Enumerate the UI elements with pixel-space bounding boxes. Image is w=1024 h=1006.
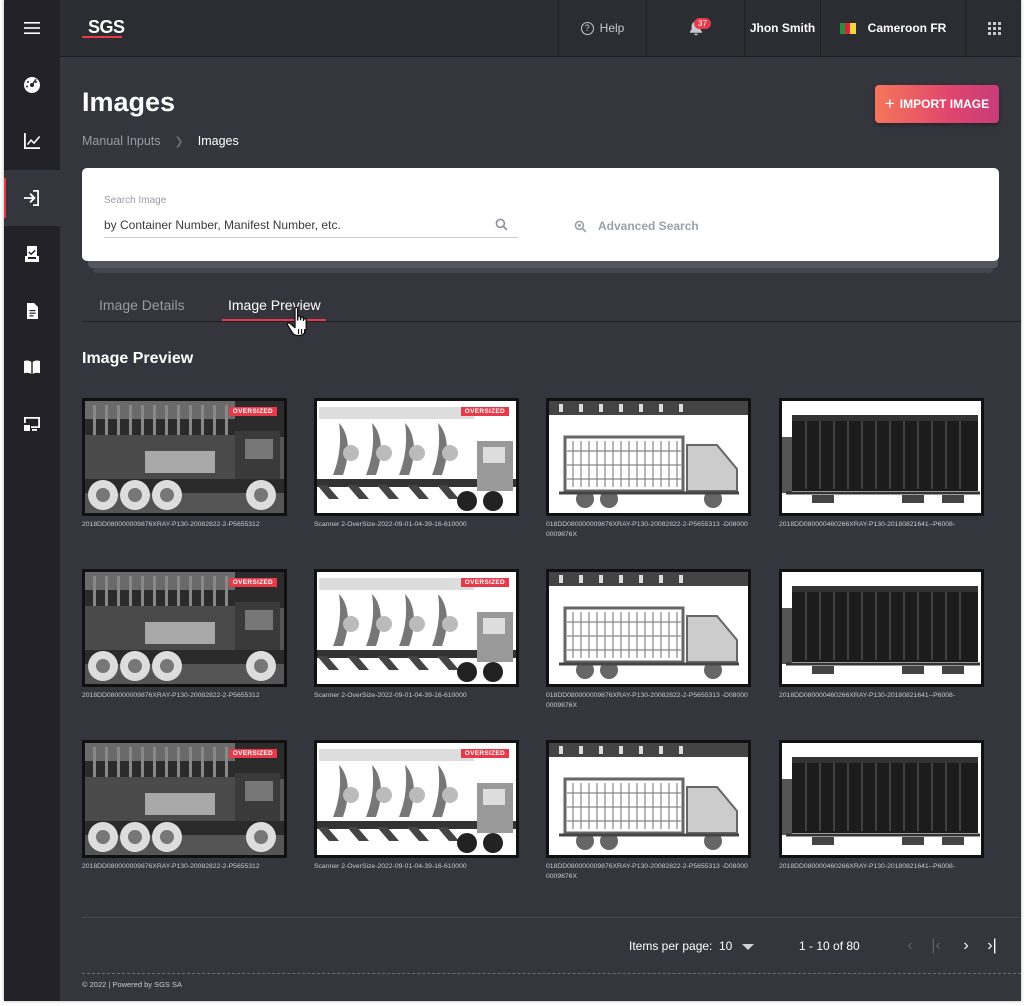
last-page-icon[interactable]: ›| (984, 937, 1000, 955)
oversized-badge: OVERSIZED (228, 578, 277, 587)
image-caption: 2018DD080000460266XRAY-P130-20180821641-… (779, 521, 956, 528)
hand-cursor-icon (286, 306, 307, 337)
locale-label: Cameroon FR (867, 21, 947, 35)
image-card[interactable]: 018DD080000009876XRAY-P130-20082822-2-P5… (546, 398, 751, 539)
image-caption: 018DD080000009876XRAY-P130-20082822-2-P5… (546, 521, 748, 538)
xray-image-thumbnail[interactable]: OVERSIZED (82, 398, 287, 516)
xray-image-thumbnail[interactable] (779, 569, 984, 687)
image-card[interactable]: 018DD080000009876XRAY-P130-20082822-2-P5… (546, 740, 751, 881)
xray-image-thumbnail[interactable]: OVERSIZED (82, 569, 287, 687)
pagination-range: 1 - 10 of 80 (799, 939, 860, 953)
tab-bar: Image Details Image Preview (82, 286, 1021, 322)
dashboard-icon[interactable] (4, 57, 60, 113)
user-name: Jhon Smith (749, 21, 816, 35)
image-caption: 018DD080000009876XRAY-P130-20082822-2-P5… (546, 863, 748, 880)
chart-icon[interactable] (4, 113, 60, 169)
search-card: Search Image Advanced Search (82, 168, 999, 261)
items-per-page-select[interactable]: 10 (719, 939, 732, 953)
apps-grid-icon (987, 21, 1001, 35)
plus-icon: + (884, 94, 895, 113)
image-card[interactable]: 2018DD080000460266XRAY-P130-20180821641-… (779, 569, 984, 701)
notification-badge: 37 (694, 18, 711, 29)
oversized-badge: OVERSIZED (460, 578, 509, 587)
import-image-label: IMPORT IMAGE (899, 97, 990, 111)
divider (82, 917, 1021, 918)
oversized-badge: OVERSIZED (460, 749, 509, 758)
image-card[interactable]: OVERSIZED Scanner 2-OverSize-2022-09-01-0… (314, 740, 519, 872)
search-label: Search Image (104, 195, 167, 206)
help-button[interactable]: ? Help (558, 0, 646, 56)
xray-image-thumbnail[interactable]: OVERSIZED (82, 740, 287, 858)
logo-underline (82, 36, 122, 38)
footer-divider (82, 973, 1021, 974)
page-title: Images (82, 87, 176, 117)
cameroon-flag-icon (839, 22, 856, 34)
xray-image-thumbnail[interactable] (779, 398, 984, 516)
breadcrumb: Manual Inputs ❯ Images (82, 134, 239, 148)
help-icon: ? (580, 21, 594, 35)
search-input[interactable] (104, 212, 518, 238)
image-card[interactable]: OVERSIZED Scanner 2-OverSize-2022-09-01-0… (314, 569, 519, 701)
locale-selector[interactable]: Cameroon FR (820, 0, 965, 56)
chevron-right-icon: ❯ (174, 135, 184, 148)
image-caption: 2018DD080000009876XRAY-P130-20082822-2-P… (82, 692, 260, 699)
xray-image-thumbnail[interactable]: OVERSIZED (314, 569, 519, 687)
xray-image-thumbnail[interactable] (546, 740, 751, 858)
oversized-badge: OVERSIZED (228, 749, 277, 758)
image-card[interactable]: 2018DD080000460266XRAY-P130-20180821641-… (779, 740, 984, 872)
book-icon[interactable] (4, 339, 60, 395)
image-caption: Scanner 2-OverSize-2022-09-01-04-39-16-6… (314, 863, 467, 870)
xray-image-thumbnail[interactable] (546, 398, 751, 516)
image-caption: 2018DD080000009876XRAY-P130-20082822-2-P… (82, 521, 260, 528)
previous-page-icon[interactable]: ‹ (902, 937, 918, 955)
image-caption: Scanner 2-OverSize-2022-09-01-04-39-16-6… (314, 692, 467, 699)
app-frame: SGS ? Help 37 Jhon Smith Cameroon FR Ima… (4, 0, 1021, 1001)
help-label: Help (599, 21, 625, 35)
image-card[interactable]: OVERSIZED Scanner 2-OverSize-2022-09-01-0… (314, 398, 519, 530)
top-bar: SGS ? Help 37 Jhon Smith Cameroon FR (60, 0, 1021, 57)
advanced-search-label: Advanced Search (598, 219, 699, 233)
xray-image-thumbnail[interactable] (779, 740, 984, 858)
breadcrumb-manual-inputs[interactable]: Manual Inputs (82, 134, 161, 148)
oversized-badge: OVERSIZED (460, 407, 509, 416)
image-caption: 2018DD080000460266XRAY-P130-20180821641-… (779, 692, 956, 699)
monitor-icon[interactable] (4, 396, 60, 452)
sgs-logo[interactable]: SGS (88, 17, 125, 38)
next-page-icon[interactable]: › (958, 937, 974, 955)
section-title: Image Preview (82, 350, 194, 367)
sidebar (4, 0, 60, 1001)
image-caption: Scanner 2-OverSize-2022-09-01-04-39-16-6… (314, 521, 467, 528)
import-image-button[interactable]: + IMPORT IMAGE (875, 85, 999, 123)
image-caption: 2018DD080000009876XRAY-P130-20082822-2-P… (82, 863, 260, 870)
tab-image-details[interactable]: Image Details (99, 297, 185, 313)
image-card[interactable]: OVERSIZED 2018DD080000009876XRAY-P130-200… (82, 740, 287, 872)
user-menu[interactable]: Jhon Smith (744, 0, 820, 56)
notifications-button[interactable]: 37 (646, 0, 744, 56)
sidebar-item-manual-inputs[interactable] (4, 170, 60, 226)
image-card[interactable]: OVERSIZED 2018DD080000009876XRAY-P130-200… (82, 398, 287, 530)
caret-down-icon[interactable] (742, 944, 754, 950)
footer-text: © 2022 | Powered by SGS SA (82, 980, 183, 989)
image-caption: 2018DD080000460266XRAY-P130-20180821641-… (779, 863, 956, 870)
clipboard-check-icon[interactable] (4, 226, 60, 282)
menu-icon[interactable] (4, 0, 60, 56)
xray-image-thumbnail[interactable]: OVERSIZED (314, 398, 519, 516)
apps-grid-button[interactable] (965, 0, 1021, 56)
manual-inputs-icon (24, 190, 39, 206)
first-page-icon[interactable]: |‹ (928, 937, 944, 955)
advanced-search-icon (574, 220, 587, 233)
search-icon[interactable] (495, 218, 508, 231)
advanced-search-button[interactable]: Advanced Search (574, 219, 699, 233)
oversized-badge: OVERSIZED (228, 407, 277, 416)
image-card[interactable]: OVERSIZED 2018DD080000009876XRAY-P130-200… (82, 569, 287, 701)
document-icon[interactable] (4, 283, 60, 339)
xray-image-thumbnail[interactable]: OVERSIZED (314, 740, 519, 858)
image-caption: 018DD080000009876XRAY-P130-20082822-2-P5… (546, 692, 748, 709)
image-card[interactable]: 2018DD080000460266XRAY-P130-20180821641-… (779, 398, 984, 530)
breadcrumb-images: Images (197, 134, 239, 148)
xray-image-thumbnail[interactable] (546, 569, 751, 687)
items-per-page-label: Items per page: (629, 939, 713, 953)
image-card[interactable]: 018DD080000009876XRAY-P130-20082822-2-P5… (546, 569, 751, 710)
